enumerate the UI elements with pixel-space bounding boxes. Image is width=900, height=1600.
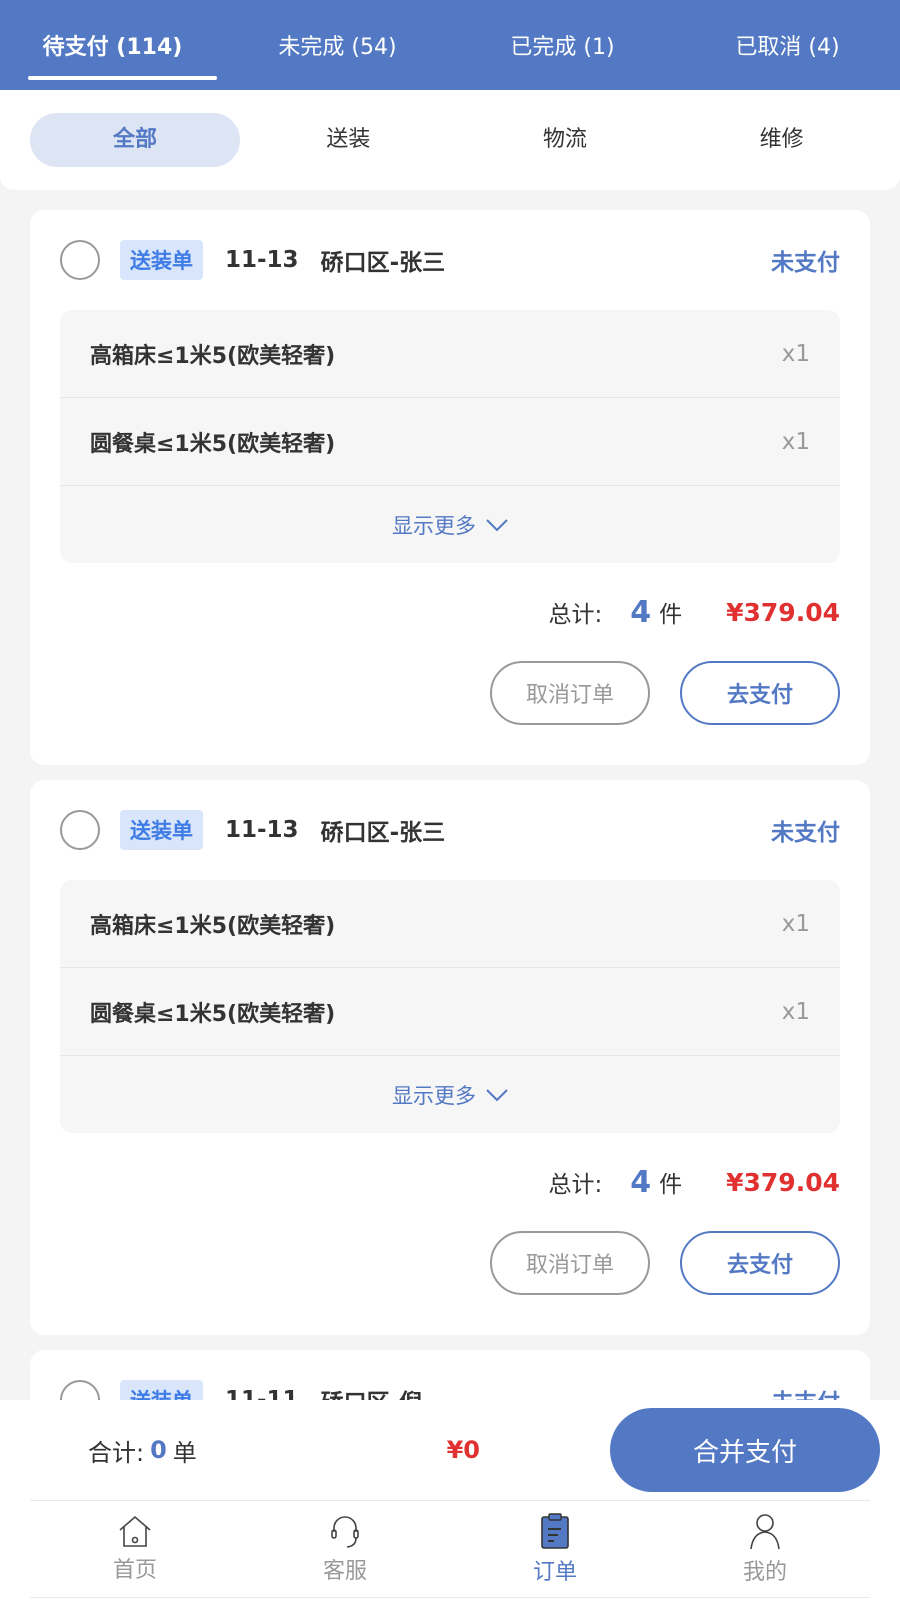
order-status: 未支付 [771,250,840,276]
summary-amount: ¥0 [446,1436,480,1464]
pay-button[interactable]: 去支付 [680,661,840,725]
chevron-down-icon [486,1088,508,1101]
order-items: 高箱床≤1米5(欧美轻奢) x1 圆餐桌≤1米5(欧美轻奢) x1 显示更多 [60,310,840,563]
order-status: 未支付 [771,820,840,846]
nav-label: 我的 [742,1560,787,1585]
type-tab-logistics[interactable]: 物流 [457,113,674,167]
user-icon [750,1514,780,1550]
nav-label: 订单 [532,1560,577,1585]
nav-home[interactable]: 首页 [30,1501,240,1597]
cancel-order-button[interactable]: 取消订单 [490,661,650,725]
item-name: 高箱床≤1米5(欧美轻奢) [90,913,336,939]
item-qty: x1 [781,340,810,367]
show-more-button[interactable]: 显示更多 [60,486,840,563]
pay-button[interactable]: 去支付 [680,1231,840,1295]
nav-label: 首页 [112,1558,157,1583]
tab-cancelled[interactable]: 已取消 (4) [675,0,900,90]
item-qty: x1 [781,998,810,1025]
home-icon [119,1515,151,1547]
order-date: 11-13 [225,817,299,843]
type-tabs: 全部 送装 物流 维修 [0,90,900,190]
select-radio[interactable] [60,240,100,280]
show-more-button[interactable]: 显示更多 [60,1056,840,1133]
order-type-tag: 送装单 [120,810,203,850]
nav-mine[interactable]: 我的 [660,1501,870,1597]
show-more-label: 显示更多 [392,1083,476,1108]
total-price: ¥379.04 [726,597,840,627]
total-count: 4 [630,594,652,630]
tab-pending-payment[interactable]: 待支付 (114) [0,0,225,90]
summary-label: 合计: [88,1438,145,1467]
order-card: 送装单 11-13 硚口区-张三 未支付 高箱床≤1米5(欧美轻奢) x1 圆餐桌… [30,780,870,1335]
item-qty: x1 [781,428,810,455]
nav-service[interactable]: 客服 [240,1501,450,1597]
bottom-nav: 首页 客服 订单 我的 [30,1500,870,1598]
bottom-bar: 合计: 0 单 ¥0 合并支付 首页 客服 订单 我的 [0,1400,900,1600]
list-item: 圆餐桌≤1米5(欧美轻奢) x1 [60,398,840,486]
item-name: 圆餐桌≤1米5(欧美轻奢) [90,1001,336,1027]
order-date: 11-13 [225,247,299,273]
item-qty: x1 [781,910,810,937]
show-more-label: 显示更多 [392,513,476,538]
total-label: 总计: [548,1172,603,1198]
nav-label: 客服 [322,1559,367,1584]
order-type-tag: 送装单 [120,240,203,280]
total-unit: 件 [659,1172,683,1198]
chevron-down-icon [486,518,508,531]
cancel-order-button[interactable]: 取消订单 [490,1231,650,1295]
status-tabs: 待支付 (114) 未完成 (54) 已完成 (1) 已取消 (4) [0,0,900,90]
list-item: 高箱床≤1米5(欧美轻奢) x1 [60,310,840,398]
type-tab-repair[interactable]: 维修 [673,113,890,167]
merge-pay-button[interactable]: 合并支付 [610,1408,880,1492]
select-radio[interactable] [60,810,100,850]
total-label: 总计: [548,602,603,628]
nav-orders[interactable]: 订单 [450,1501,660,1597]
headset-icon [331,1516,359,1548]
summary-count: 0 [150,1436,167,1464]
type-tab-all[interactable]: 全部 [30,113,240,167]
type-tab-delivery-install[interactable]: 送装 [240,113,457,167]
order-card: 送装单 11-13 硚口区-张三 未支付 高箱床≤1米5(欧美轻奢) x1 圆餐桌… [30,210,870,765]
item-name: 圆餐桌≤1米5(欧美轻奢) [90,431,336,457]
summary-unit: 单 [172,1438,197,1467]
total-unit: 件 [659,602,683,628]
tab-incomplete[interactable]: 未完成 (54) [225,0,450,90]
list-item: 高箱床≤1米5(欧美轻奢) x1 [60,880,840,968]
clipboard-icon [541,1513,569,1549]
order-customer: 硚口区-张三 [320,820,446,846]
item-name: 高箱床≤1米5(欧美轻奢) [90,343,336,369]
order-customer: 硚口区-张三 [320,250,446,276]
order-items: 高箱床≤1米5(欧美轻奢) x1 圆餐桌≤1米5(欧美轻奢) x1 显示更多 [60,880,840,1133]
total-price: ¥379.04 [726,1167,840,1197]
total-count: 4 [630,1164,652,1200]
list-item: 圆餐桌≤1米5(欧美轻奢) x1 [60,968,840,1056]
tab-completed[interactable]: 已完成 (1) [450,0,675,90]
